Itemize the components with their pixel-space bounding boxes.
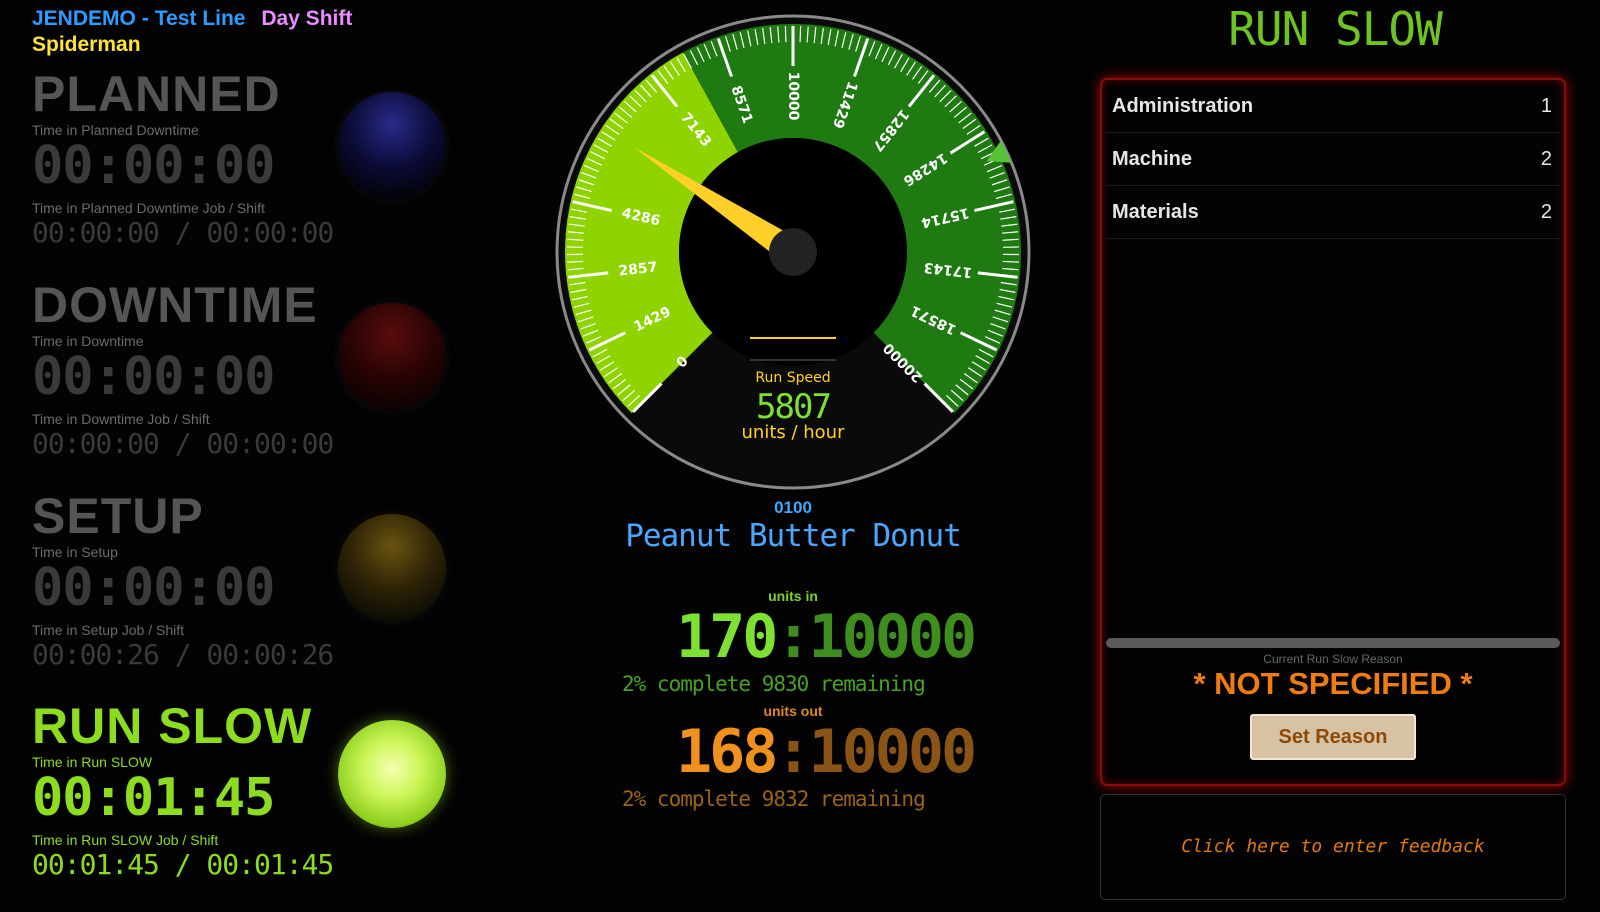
setup-job-shift-timer: 00:00:26 / 00:00:26 [32, 638, 334, 671]
set-reason-button[interactable]: Set Reason [1250, 714, 1416, 760]
reason-count: 2 [1540, 201, 1552, 223]
line-name: Test Line [154, 7, 246, 30]
run-slow-block: RUN SLOW Time in Run SLOW 00:01:45 Time … [32, 700, 462, 905]
reason-name: Materials [1112, 201, 1199, 223]
run-speed-gauge: 0 1429 2857 4286 7143 8571 10000 11429 12857 1428… [548, 12, 1038, 497]
product-code: 0100 [774, 498, 812, 517]
planned-block: PLANNED Time in Planned Downtime 00:00:0… [32, 68, 462, 273]
units-out-target: 10000 [808, 717, 978, 787]
planned-job-shift-timer: 00:00:00 / 00:00:00 [32, 216, 334, 249]
reason-name: Machine [1112, 148, 1193, 170]
shift-name: Day Shift [261, 7, 353, 30]
units-out-summary: 2% complete 9832 remaining [622, 787, 926, 811]
setup-job-shift-label: Time in Setup Job / Shift [32, 622, 184, 638]
run-slow-job-shift-timer: 00:01:45 / 00:01:45 [32, 848, 334, 881]
run-slow-indicator-lamp [338, 720, 446, 828]
units-out-separator: : [775, 717, 811, 787]
downtime-block: DOWNTIME Time in Downtime 00:00:00 Time … [32, 279, 462, 484]
current-reason-label: Current Run Slow Reason [1263, 652, 1403, 666]
feedback-input[interactable]: Click here to enter feedback [1100, 794, 1566, 900]
gauge-minor-tick [799, 26, 802, 43]
units-in-target: 10000 [808, 602, 978, 672]
reason-name: Administration [1112, 95, 1254, 117]
gauge-tick-label: 10000 [785, 72, 801, 121]
gauge-value: 5807 [756, 387, 830, 427]
downtime-job-shift-label: Time in Downtime Job / Shift [32, 411, 210, 427]
header: JENDEMO - Test Line Day Shift Spiderman [32, 6, 362, 58]
planned-job-shift-label: Time in Planned Downtime Job / Shift [32, 200, 265, 216]
units-in-summary: 2% complete 9830 remaining [622, 672, 926, 696]
gauge-label: Run Speed [755, 370, 830, 386]
current-state-title: RUN SLOW [1228, 2, 1443, 56]
planned-indicator-lamp [338, 92, 446, 200]
reason-item-materials[interactable]: Materials 2 [1106, 186, 1560, 239]
gauge-minor-tick [784, 26, 787, 43]
gauge-needle-hub [769, 228, 817, 276]
reason-count: 2 [1540, 148, 1552, 170]
run-slow-job-shift-label: Time in Run SLOW Job / Shift [32, 832, 219, 848]
units-out-counter: 168:10000 [676, 717, 978, 787]
gauge-minor-tick [1002, 260, 1019, 263]
reason-item-administration[interactable]: Administration 1 [1106, 80, 1560, 133]
units-out-count: 168 [676, 717, 778, 787]
units-in-separator: : [775, 602, 811, 672]
units-in-counter: 170:10000 [676, 602, 978, 672]
downtime-indicator-lamp [338, 303, 446, 411]
product-name: Peanut Butter Donut [625, 518, 962, 554]
reason-count: 1 [1540, 95, 1552, 117]
reason-list-scrollbar[interactable] [1106, 638, 1560, 648]
current-reason-value: * NOT SPECIFIED * [1193, 666, 1473, 701]
operator-name: Spiderman [32, 33, 141, 56]
gauge-minor-tick [567, 260, 584, 263]
reason-item-machine[interactable]: Machine 2 [1106, 133, 1560, 186]
downtime-job-shift-timer: 00:00:00 / 00:00:00 [32, 427, 334, 460]
reason-panel: Administration 1 Machine 2 Materials 2 C… [1100, 78, 1566, 786]
units-in-count: 170 [676, 602, 778, 672]
header-separator: - [141, 7, 149, 30]
setup-indicator-lamp [338, 514, 446, 622]
gauge-unit: units / hour [742, 422, 846, 443]
site-name: JENDEMO [32, 7, 136, 30]
setup-block: SETUP Time in Setup 00:00:00 Time in Set… [32, 490, 462, 695]
